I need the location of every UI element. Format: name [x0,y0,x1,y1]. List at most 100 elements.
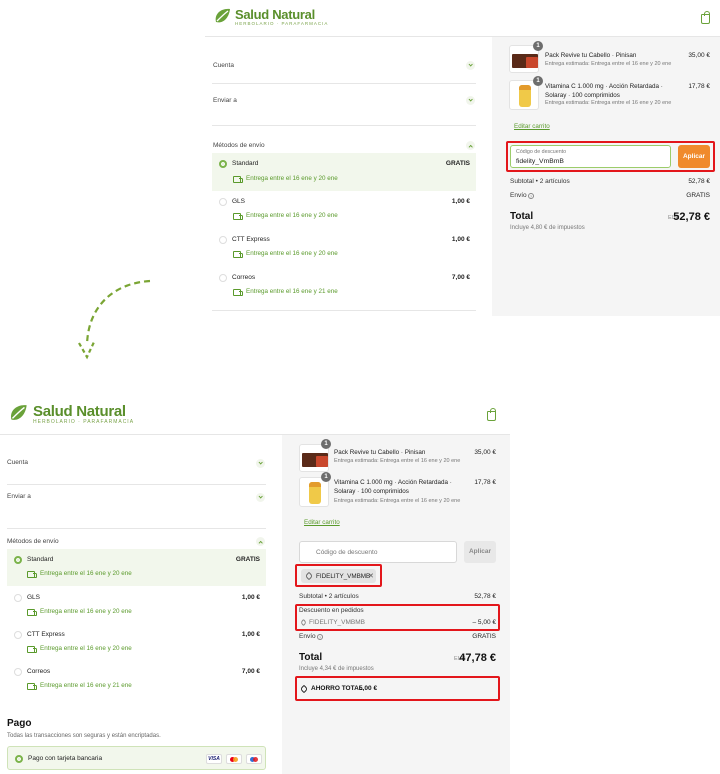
truck-icon [27,571,37,578]
account-chevron-down-icon[interactable] [466,61,475,70]
subtotal-value: 52,78 € [688,178,710,185]
item-price: 35,00 € [688,52,710,59]
item-name-line2: Solaray · 100 comprimidos [334,488,409,495]
truck-icon [233,251,243,258]
shipping-option-standard[interactable]: Standard GRATIS Entrega entre el 16 ene … [212,153,476,191]
transition-arrow-icon [78,279,151,360]
shipping-option-gls[interactable]: GLS 1,00 € Entrega entre el 16 ene y 20 … [7,588,266,624]
option-price: 7,00 € [241,668,260,675]
order-summary-panel: 1 Pack Revive tu Cabello · Pinisan Entre… [492,37,720,316]
logo-top[interactable]: Salud Natural HERBOLARIO · PARAFARMACIA [212,6,328,28]
shipping-option-gls[interactable]: GLS 1,00 € Entrega entre el 16 ene y 20 … [212,192,476,228]
logo-name: Salud Natural [33,402,126,420]
section-ship-to[interactable]: Enviar a [7,493,31,500]
edit-cart-link[interactable]: Editar carrito [304,519,340,526]
account-chevron-down-icon[interactable] [256,459,265,468]
info-icon[interactable]: ? [317,634,323,640]
item-name-line1: Vitamina C 1.000 mg · Acción Retardada · [334,479,452,486]
radio-button[interactable] [219,274,227,282]
truck-icon [27,609,37,616]
item-delivery: Entrega estimada: Entrega entre el 16 en… [545,61,672,67]
logo-tagline: HERBOLARIO · PARAFARMACIA [235,20,329,26]
cart-bag-icon[interactable] [701,11,710,24]
visa-card-icon: VISA [206,754,222,764]
total-label: Total [299,652,323,663]
truck-icon [233,289,243,296]
discount-code-input[interactable]: Código de descuento [299,541,457,563]
quantity-badge: 1 [321,472,331,482]
option-name: GLS [232,198,246,205]
radio-button[interactable] [219,160,227,168]
apply-discount-button[interactable]: Aplicar [464,541,496,563]
highlight-total-savings [295,676,500,701]
option-eta: Entrega entre el 16 ene y 20 ene [40,645,132,652]
mastercard-icon [226,754,242,764]
option-price: GRATIS [235,556,260,563]
subtotal-value: 52,78 € [474,593,496,600]
subtotal-label: Subtotal • 2 artículos [299,593,359,600]
option-price: 1,00 € [451,236,470,243]
order-summary-panel: 1 Pack Revive tu Cabello · Pinisan Entre… [282,435,510,774]
section-shipping-methods[interactable]: Métodos de envío [213,142,265,149]
logo-leaf-icon [10,405,27,420]
payment-title: Pago [7,718,32,729]
radio-button[interactable] [219,198,227,206]
ship-to-chevron-down-icon[interactable] [466,96,475,105]
quantity-badge: 1 [533,41,543,51]
option-name: GLS [27,594,41,601]
shipping-option-correos[interactable]: Correos 7,00 € Entrega entre el 16 ene y… [7,662,266,698]
total-value: 47,78 € [459,652,496,664]
radio-button[interactable] [14,668,22,676]
section-account[interactable]: Cuenta [7,459,28,466]
logo-name: Salud Natural [235,6,315,22]
divider [7,528,266,529]
divider [212,125,476,126]
divider [212,310,476,311]
shipping-value: GRATIS [686,192,710,199]
item-delivery: Entrega estimada: Entrega entre el 16 en… [545,100,672,106]
radio-button[interactable] [219,236,227,244]
radio-button[interactable] [15,755,23,763]
radio-button[interactable] [14,556,22,564]
discount-placeholder: Código de descuento [316,549,378,556]
tax-note: Incluye 4,80 € de impuestos [510,225,585,231]
option-name: CTT Express [232,236,270,243]
option-eta: Entrega entre el 16 ene y 20 ene [246,250,338,257]
section-ship-to[interactable]: Enviar a [213,97,237,104]
radio-button[interactable] [14,631,22,639]
info-icon[interactable]: ? [528,193,534,199]
option-price: 1,00 € [241,631,260,638]
highlight-discount-field [506,141,715,172]
truck-icon [233,213,243,220]
highlight-order-discount [295,604,500,631]
ship-to-chevron-down-icon[interactable] [256,493,265,502]
payment-note: Todas las transacciones son seguras y es… [7,733,161,739]
section-account[interactable]: Cuenta [213,62,234,69]
shipping-option-ctt[interactable]: CTT Express 1,00 € Entrega entre el 16 e… [212,230,476,266]
shipping-option-standard[interactable]: Standard GRATIS Entrega entre el 16 ene … [7,549,266,586]
divider [7,484,266,485]
shipping-chevron-up-icon[interactable] [466,141,475,150]
section-shipping-methods[interactable]: Métodos de envío [7,538,59,545]
item-delivery: Entrega estimada: Entrega entre el 16 en… [334,498,461,504]
item-name: Pack Revive tu Cabello · Pinisan [545,52,637,59]
radio-button[interactable] [14,594,22,602]
quantity-badge: 1 [321,439,331,449]
shipping-chevron-up-icon[interactable] [256,537,265,546]
payment-method-card[interactable]: Pago con tarjeta bancaria VISA [7,746,266,770]
option-eta: Entrega entre el 16 ene y 20 ene [246,175,338,182]
item-name-line1: Vitamina C 1.000 mg · Acción Retardada · [545,83,663,90]
shipping-option-ctt[interactable]: CTT Express 1,00 € Entrega entre el 16 e… [7,625,266,661]
option-price: 1,00 € [241,594,260,601]
truck-icon [233,176,243,183]
edit-cart-link[interactable]: Editar carrito [514,123,550,130]
option-price: 1,00 € [451,198,470,205]
option-eta: Entrega entre el 16 ene y 20 ene [40,608,132,615]
option-price: GRATIS [445,160,470,167]
logo-bottom[interactable]: Salud Natural HERBOLARIO · PARAFARMACIA [6,402,134,426]
cart-bag-icon[interactable] [487,408,496,421]
shipping-option-correos[interactable]: Correos 7,00 € Entrega entre el 16 ene y… [212,268,476,304]
item-delivery: Entrega estimada: Entrega entre el 16 en… [334,458,461,464]
shipping-label: Envío [299,633,316,640]
item-price: 17,78 € [474,479,496,486]
